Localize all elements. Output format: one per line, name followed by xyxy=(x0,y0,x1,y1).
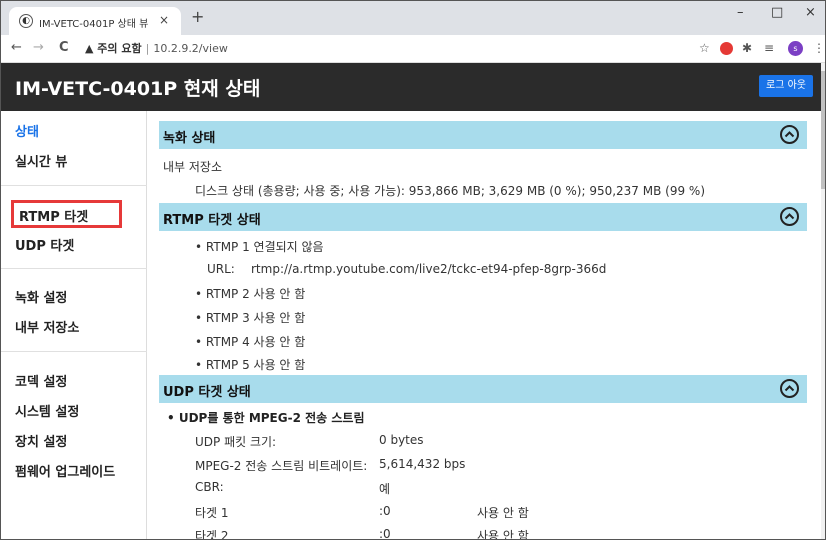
udp-target-2-label: 타겟 2 xyxy=(195,529,229,540)
sidebar-item-recording-settings[interactable]: 녹화 설정 xyxy=(15,287,67,306)
address-url: 10.2.9.2/view xyxy=(153,42,228,55)
storage-label: 내부 저장소 xyxy=(163,160,223,174)
sidebar-divider xyxy=(1,351,147,352)
udp-packet-size-label: UDP 패킷 크기: xyxy=(195,435,277,449)
collapse-chevron-up-icon[interactable] xyxy=(780,125,799,144)
minimize-icon[interactable]: – xyxy=(737,5,744,20)
udp-target-1-status: 사용 안 함 xyxy=(477,506,529,520)
sidebar-divider xyxy=(1,268,147,269)
udp-target-1-value: :0 xyxy=(379,504,391,518)
back-icon[interactable]: ← xyxy=(11,40,22,55)
browser-window: ◐ IM-VETC-0401P 상태 뷰 × + – □ × ← → C ▲ 주… xyxy=(0,0,826,540)
toolbar: ← → C ▲ 주의 요함 | 10.2.9.2/view ☆ ✱ ≡ s ⋮ xyxy=(1,35,825,63)
section-title: UDP 타겟 상태 xyxy=(163,385,251,400)
udp-target-2-status: 사용 안 함 xyxy=(477,529,529,540)
rtmp-target-2: • RTMP 2 사용 안 함 xyxy=(195,287,306,301)
sidebar-item-rtmp-target[interactable]: RTMP 타겟 xyxy=(19,206,88,225)
main-content: 녹화 상태 내부 저장소 디스크 상태 (총용량; 사용 중; 사용 가능): … xyxy=(147,111,821,540)
disk-status: 디스크 상태 (총용량; 사용 중; 사용 가능): 953,866 MB; 3… xyxy=(195,184,706,198)
sidebar-item-internal-storage[interactable]: 내부 저장소 xyxy=(15,317,79,336)
collapse-chevron-up-icon[interactable] xyxy=(780,207,799,226)
site-favicon-icon: ◐ xyxy=(19,14,33,28)
rtmp-url-value: rtmp://a.rtmp.youtube.com/live2/tckc-et9… xyxy=(251,262,607,276)
section-title: 녹화 상태 xyxy=(163,131,216,146)
sidebar-item-device-settings[interactable]: 장치 설정 xyxy=(15,431,67,450)
udp-target-1-label: 타겟 1 xyxy=(195,506,229,520)
profile-avatar[interactable]: s xyxy=(788,41,803,56)
security-warning[interactable]: ▲ 주의 요함 xyxy=(85,42,142,55)
mpeg2-bitrate-value: 5,614,432 bps xyxy=(379,457,466,471)
rtmp-url-label: URL: xyxy=(207,262,235,276)
rtmp-status-header[interactable]: RTMP 타겟 상태 xyxy=(159,203,807,231)
app-header: IM-VETC-0401P 현재 상태 로그 아웃 xyxy=(1,63,821,111)
tab-close-icon[interactable]: × xyxy=(159,13,169,27)
page-title: IM-VETC-0401P 현재 상태 xyxy=(15,78,261,100)
section-title: RTMP 타겟 상태 xyxy=(163,213,261,228)
close-window-icon[interactable]: × xyxy=(805,5,816,20)
address-bar[interactable]: ▲ 주의 요함 | 10.2.9.2/view xyxy=(85,40,228,56)
udp-stream-title: • UDP를 통한 MPEG-2 전송 스트림 xyxy=(167,411,365,425)
cbr-label: CBR: xyxy=(195,480,224,494)
new-tab-icon[interactable]: + xyxy=(191,9,204,25)
sidebar-item-firmware-upgrade[interactable]: 펌웨어 업그레이드 xyxy=(15,461,115,480)
sidebar: 상태 실시간 뷰 RTMP 타겟 UDP 타겟 녹화 설정 내부 저장소 코덱 … xyxy=(1,111,147,539)
mpeg2-bitrate-label: MPEG-2 전송 스트림 비트레이트: xyxy=(195,459,368,473)
browser-menu-icon[interactable]: ⋮ xyxy=(813,41,825,55)
collapse-chevron-up-icon[interactable] xyxy=(780,379,799,398)
tab-title: IM-VETC-0401P 상태 뷰 xyxy=(39,19,149,30)
udp-status-header[interactable]: UDP 타겟 상태 xyxy=(159,375,807,403)
rtmp-target-5: • RTMP 5 사용 안 함 xyxy=(195,358,306,372)
media-control-icon[interactable]: ≡ xyxy=(764,41,774,55)
udp-target-2-value: :0 xyxy=(379,527,391,540)
recording-status-header[interactable]: 녹화 상태 xyxy=(159,121,807,149)
forward-icon[interactable]: → xyxy=(33,40,44,55)
sidebar-item-status[interactable]: 상태 xyxy=(15,121,39,140)
cbr-value: 예 xyxy=(379,482,391,496)
extensions-puzzle-icon[interactable]: ✱ xyxy=(742,41,752,55)
reload-icon[interactable]: C xyxy=(59,40,69,55)
udp-packet-size-value: 0 bytes xyxy=(379,433,424,447)
scrollbar-thumb[interactable] xyxy=(821,71,825,189)
sidebar-divider xyxy=(1,185,147,186)
vertical-scrollbar[interactable] xyxy=(821,63,825,539)
sidebar-item-live-view[interactable]: 실시간 뷰 xyxy=(15,151,67,170)
rtmp-target-1: • RTMP 1 연결되지 않음 xyxy=(195,240,324,254)
extension-icon[interactable] xyxy=(720,42,733,55)
rtmp-target-3: • RTMP 3 사용 안 함 xyxy=(195,311,306,325)
rtmp-target-4: • RTMP 4 사용 안 함 xyxy=(195,335,306,349)
logout-button[interactable]: 로그 아웃 xyxy=(759,75,813,97)
tab-strip: ◐ IM-VETC-0401P 상태 뷰 × + – □ × xyxy=(1,1,825,35)
browser-tab[interactable]: ◐ IM-VETC-0401P 상태 뷰 × xyxy=(9,7,181,35)
sidebar-item-codec-settings[interactable]: 코덱 설정 xyxy=(15,371,67,390)
bookmark-star-icon[interactable]: ☆ xyxy=(699,41,710,55)
maximize-icon[interactable]: □ xyxy=(771,5,783,20)
sidebar-item-system-settings[interactable]: 시스템 설정 xyxy=(15,401,79,420)
sidebar-item-udp-target[interactable]: UDP 타겟 xyxy=(15,235,74,254)
